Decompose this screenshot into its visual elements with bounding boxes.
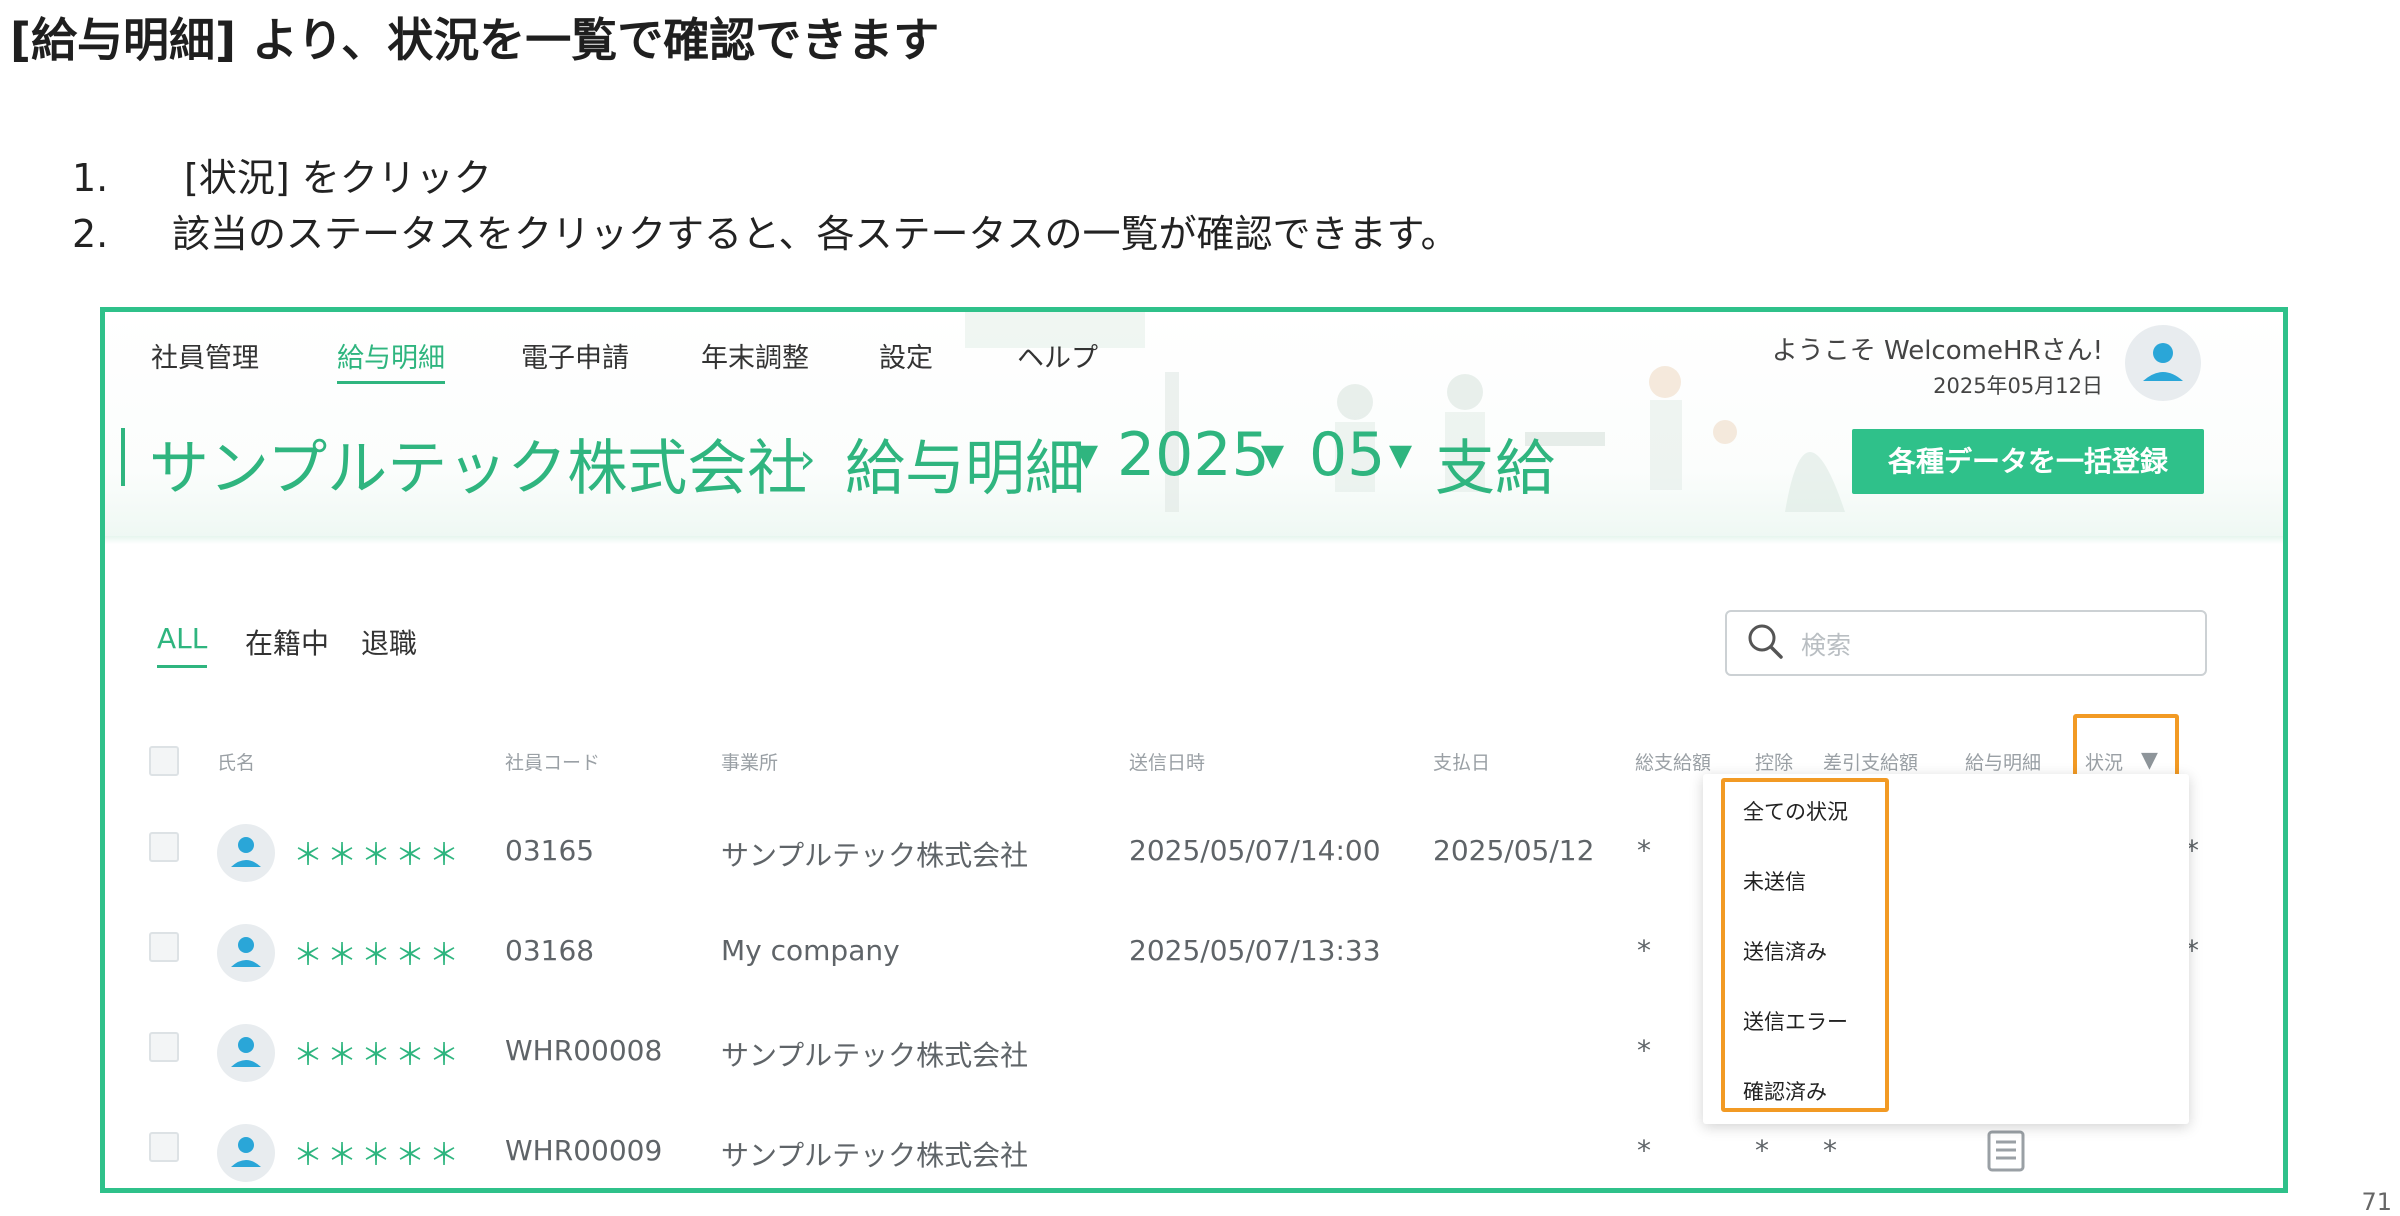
breadcrumb-separator-icon: › [799, 434, 816, 483]
bulk-register-button[interactable]: 各種データを一括登録 [1852, 429, 2204, 494]
col-employee-code[interactable]: 社員コード [505, 748, 600, 775]
employee-avatar-icon [217, 924, 275, 982]
col-net-pay[interactable]: 差引支給額 [1823, 748, 1918, 775]
breadcrumb-company[interactable]: サンプルテック株式会社 [149, 420, 807, 507]
nav-year-end-adjustment[interactable]: 年末調整 [701, 336, 809, 381]
net-pay: * [1823, 1134, 1837, 1167]
breadcrumb-month[interactable]: 05 [1309, 420, 1385, 490]
nav-employee-management[interactable]: 社員管理 [151, 336, 259, 381]
col-deduction[interactable]: 控除 [1755, 748, 1793, 775]
col-pay-date[interactable]: 支払日 [1433, 748, 1490, 775]
nav-payslip[interactable]: 給与明細 [337, 336, 445, 384]
employee-code: 03168 [505, 934, 595, 967]
office-name: サンプルテック株式会社 [721, 1139, 1029, 1172]
select-all-checkbox[interactable] [149, 746, 179, 776]
payslip-document-icon[interactable] [1987, 1130, 2025, 1172]
tab-retired[interactable]: 退職 [361, 622, 417, 672]
col-office[interactable]: 事業所 [721, 748, 778, 775]
employee-name[interactable]: ＊＊＊＊＊ [293, 930, 463, 974]
month-dropdown-icon[interactable]: ▼ [1389, 438, 1412, 473]
slide-title: [給与明細] より、状況を一覧で確認できます [10, 13, 940, 67]
row-checkbox[interactable] [149, 832, 179, 862]
col-payslip[interactable]: 給与明細 [1965, 748, 2041, 775]
office-name: My company [721, 934, 900, 967]
search-field[interactable]: 検索 [1725, 610, 2207, 676]
tab-all[interactable]: ALL [157, 622, 208, 668]
tab-employed[interactable]: 在籍中 [245, 622, 329, 672]
row-checkbox[interactable] [149, 1032, 179, 1062]
sent-datetime: 2025/05/07/14:00 [1129, 834, 1381, 867]
search-placeholder: 検索 [1801, 631, 1852, 660]
employee-code: WHR00008 [505, 1034, 663, 1067]
employee-avatar-icon [217, 824, 275, 882]
breadcrumb-section[interactable]: 給与明細 [845, 420, 1085, 507]
employee-code: 03165 [505, 834, 595, 867]
col-name[interactable]: 氏名 [217, 748, 255, 775]
welcome-message: ようこそ WelcomeHRさん! [1771, 336, 2103, 366]
banner-divider [105, 536, 2283, 544]
office-name: サンプルテック株式会社 [721, 1039, 1029, 1072]
breadcrumb-type[interactable]: 支給 [1435, 420, 1555, 507]
gross-pay: * [1637, 1034, 1651, 1067]
sent-datetime: 2025/05/07/13:33 [1129, 934, 1381, 967]
section-dropdown-icon[interactable]: ▼ [1075, 438, 1098, 473]
employee-name[interactable]: ＊＊＊＊＊ [293, 1030, 463, 1074]
breadcrumb-year[interactable]: 2025 [1117, 420, 1270, 490]
step-2-text: 該当のステータスをクリックすると、各ステータスの一覧が確認できます。 [172, 212, 1459, 256]
step-1-text: [状況] をクリック [184, 156, 492, 200]
step-2-number: 2. [72, 212, 109, 256]
col-gross-pay[interactable]: 総支給額 [1635, 748, 1711, 775]
office-name: サンプルテック株式会社 [721, 839, 1029, 872]
employee-code: WHR00009 [505, 1134, 663, 1167]
employee-name[interactable]: ＊＊＊＊＊ [293, 1130, 463, 1174]
gross-pay: * [1637, 834, 1651, 867]
col-sent-datetime[interactable]: 送信日時 [1129, 748, 1205, 775]
year-dropdown-icon[interactable]: ▼ [1261, 438, 1284, 473]
search-icon [1748, 624, 1783, 659]
employee-avatar-icon [217, 1124, 275, 1182]
employee-name[interactable]: ＊＊＊＊＊ [293, 830, 463, 874]
step-1-number: 1. [72, 156, 109, 200]
row-checkbox[interactable] [149, 932, 179, 962]
app-screenshot: 社員管理 給与明細 電子申請 年末調整 設定 ヘルプ ようこそ WelcomeH… [100, 307, 2288, 1193]
employee-avatar-icon [217, 1024, 275, 1082]
title-accent-bar [121, 428, 125, 486]
row-checkbox[interactable] [149, 1132, 179, 1162]
user-avatar[interactable] [2125, 325, 2201, 401]
pay-date: 2025/05/12 [1433, 834, 1595, 867]
nav-help[interactable]: ヘルプ [1017, 336, 1098, 381]
gross-pay: * [1637, 934, 1651, 967]
gross-pay: * [1637, 1134, 1651, 1167]
status-options-highlight [1721, 778, 1889, 1112]
page-number: 71 [2361, 1188, 2392, 1216]
deduction: * [1755, 1134, 1769, 1167]
current-date: 2025年05月12日 [1933, 374, 2103, 398]
user-avatar-icon [2143, 343, 2183, 381]
nav-e-application[interactable]: 電子申請 [521, 336, 629, 381]
nav-settings[interactable]: 設定 [879, 336, 933, 381]
